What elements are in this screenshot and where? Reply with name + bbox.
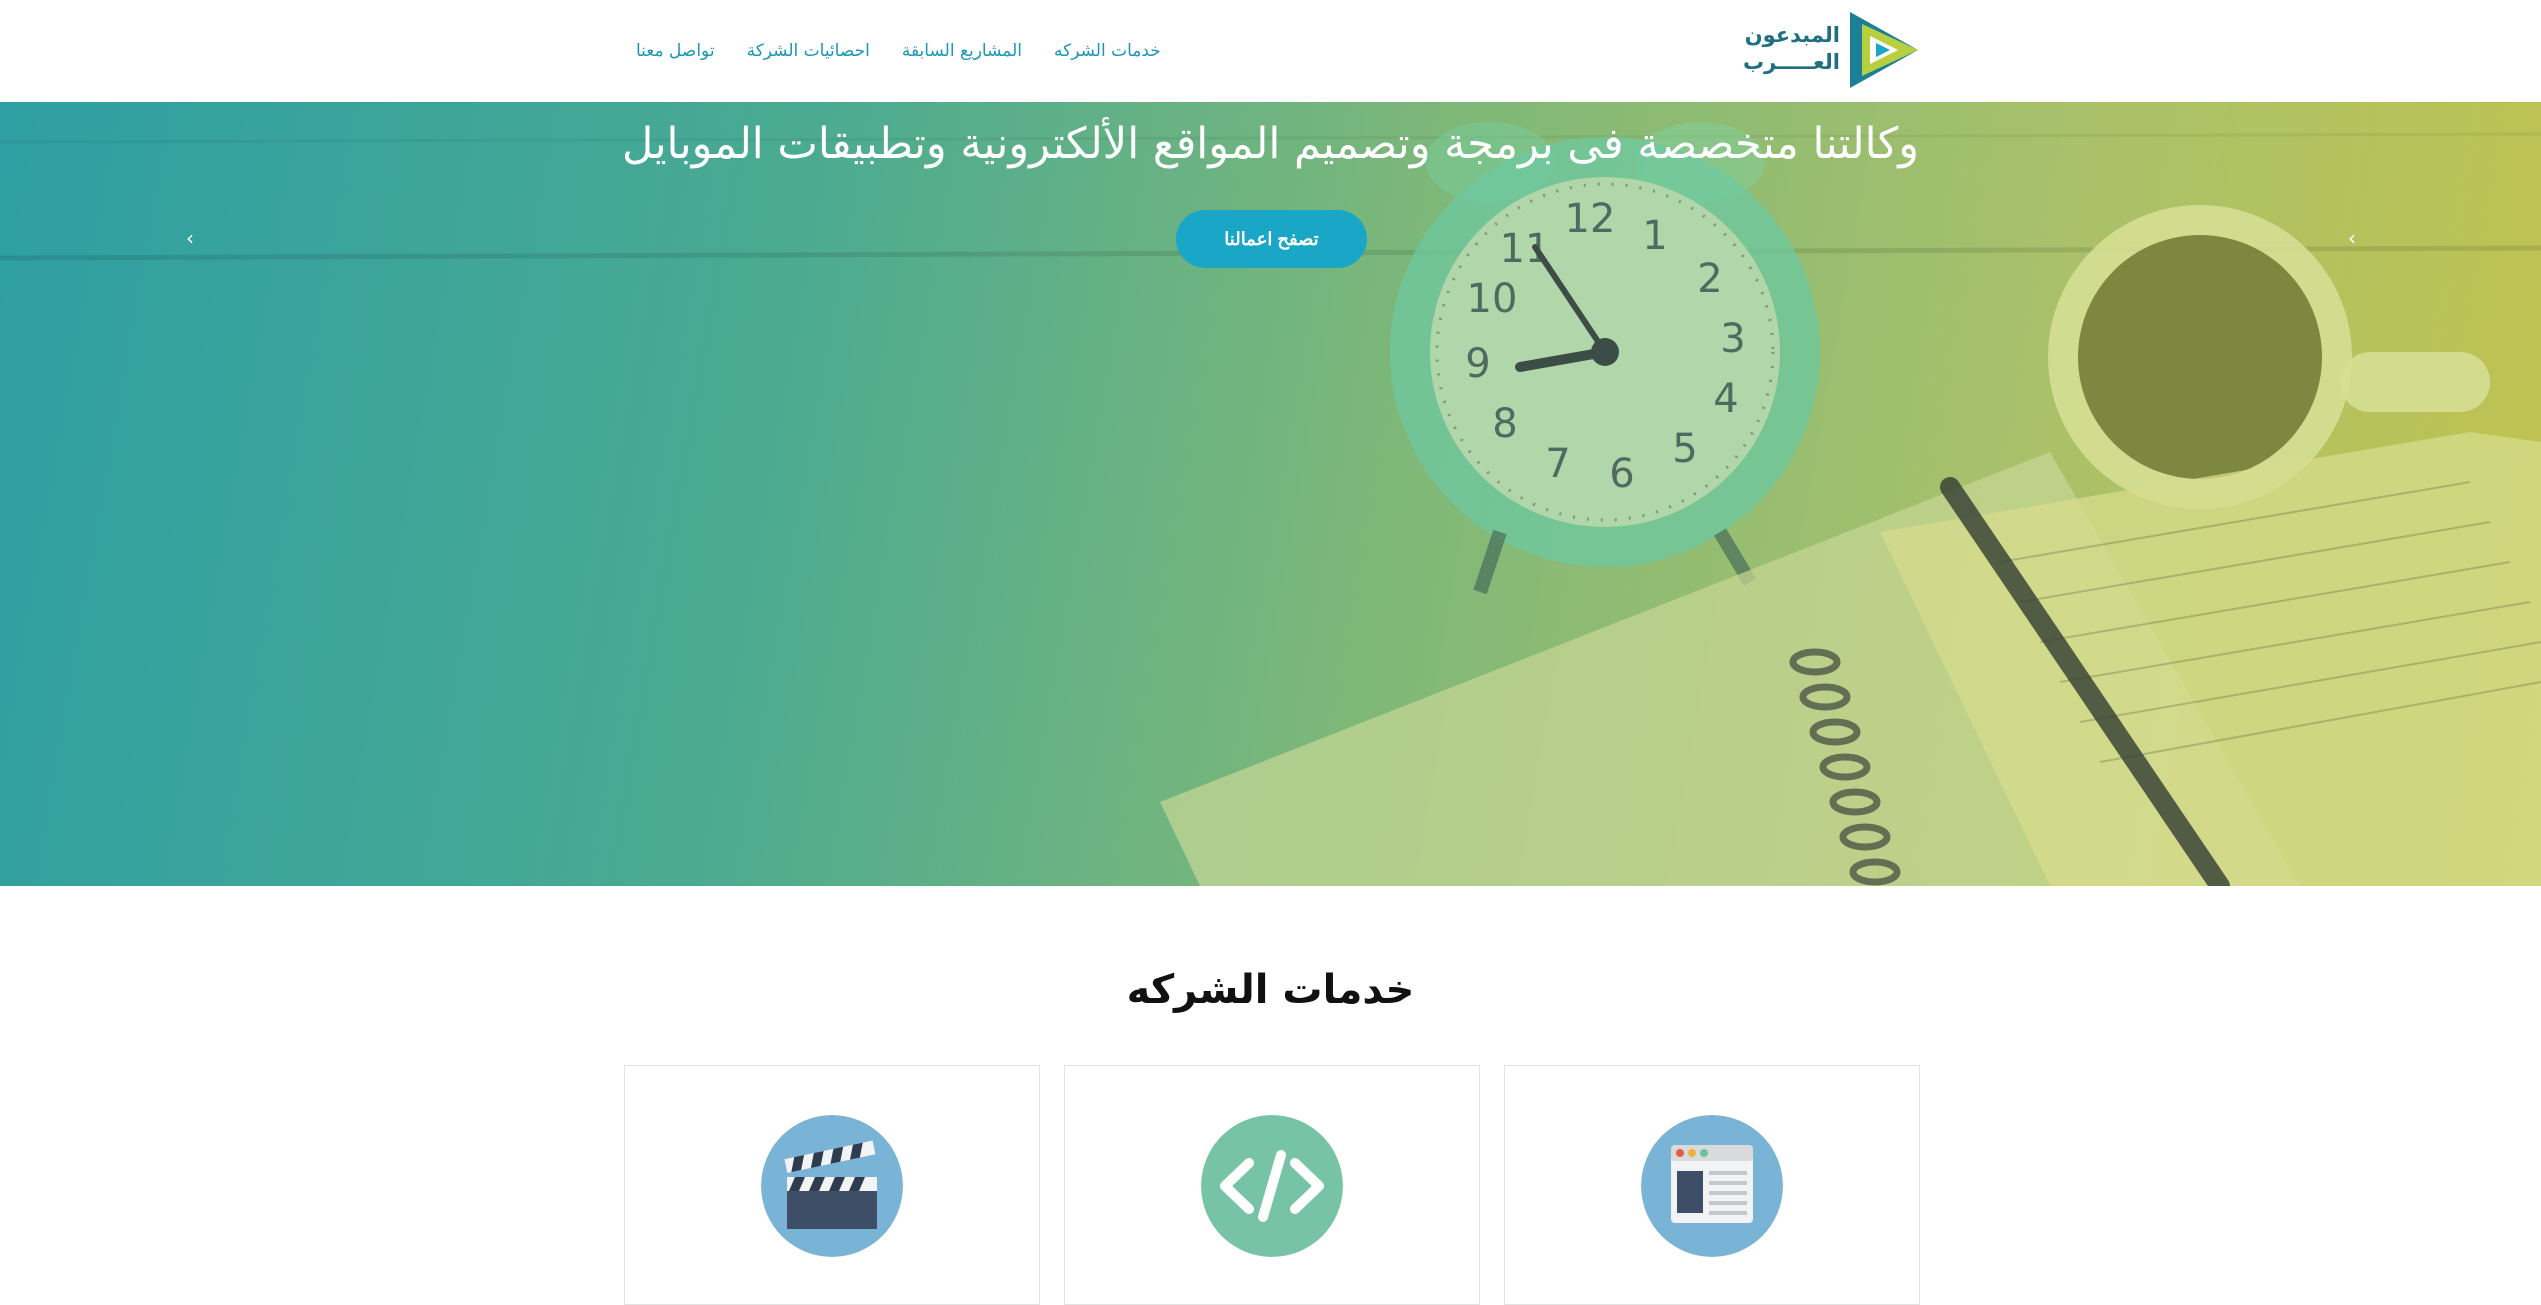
service-card-web-design[interactable] [1504, 1065, 1920, 1305]
svg-text:6: 6 [1609, 451, 1634, 497]
notebook-icon [1160, 432, 2541, 886]
services-section-title: خدمات الشركه [1126, 967, 1415, 1013]
svg-text:10: 10 [1467, 276, 1518, 322]
nav-item-services[interactable]: خدمات الشركه [1038, 36, 1177, 66]
nav-item-statistics[interactable]: احصائيات الشركة [731, 36, 886, 66]
film-clapper-icon [761, 1115, 903, 1257]
nav-item-projects[interactable]: المشاريع السابقة [886, 36, 1038, 66]
svg-text:3: 3 [1720, 316, 1745, 362]
alarm-clock-icon: 12 12 345 678 91011 [1390, 122, 1820, 595]
site-logo[interactable]: المبدعون العـــــرب [1743, 8, 1922, 92]
service-card-programming[interactable] [1064, 1065, 1480, 1305]
svg-text:7: 7 [1545, 441, 1570, 487]
site-header: المبدعون العـــــرب خدمات الشركه المشاري… [0, 0, 2541, 102]
nav-item-contact[interactable]: تواصل معنا [620, 36, 731, 66]
slider-prev-arrow-icon[interactable]: ‹ [178, 226, 202, 250]
hero-headline: وكالتنا متخصصة فى برمجة وتصميم المواقع ا… [622, 119, 1919, 169]
svg-text:12: 12 [1565, 196, 1616, 242]
logo-text: المبدعون العـــــرب [1743, 22, 1840, 76]
logo-line-1: المبدعون [1744, 23, 1840, 47]
main-nav: خدمات الشركه المشاريع السابقة احصائيات ا… [620, 36, 1177, 66]
svg-text:11: 11 [1500, 226, 1551, 272]
browse-work-button[interactable]: تصفح اعمالنا [1176, 210, 1367, 268]
hero-slider: 12 1 2 345 678 9 10 11 وكالتنا متخصصة فى… [0, 102, 2541, 886]
svg-text:9: 9 [1465, 341, 1490, 387]
svg-text:2: 2 [1697, 256, 1722, 302]
svg-text:5: 5 [1672, 426, 1697, 472]
logo-line-2: العـــــرب [1743, 50, 1840, 74]
svg-text:1: 1 [1642, 213, 1667, 259]
slider-next-arrow-icon[interactable]: ‹ [2340, 226, 2364, 250]
code-icon [1201, 1115, 1343, 1257]
web-page-icon [1641, 1115, 1783, 1257]
svg-text:4: 4 [1713, 376, 1738, 422]
play-triangle-icon [1850, 12, 1918, 88]
svg-text:8: 8 [1492, 401, 1517, 447]
service-card-video[interactable] [624, 1065, 1040, 1305]
